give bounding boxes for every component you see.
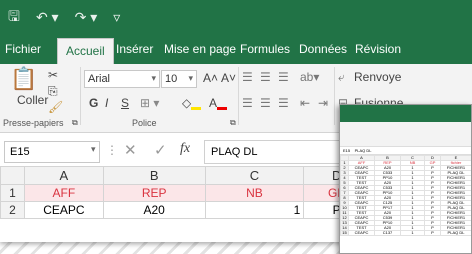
ribbon-tabs: Fichier Accueil Insérer Mise en page For… bbox=[0, 35, 472, 64]
cut-icon[interactable]: ✂ bbox=[48, 68, 58, 82]
thumbnail-formula-bar: E15 PLAQ DL bbox=[340, 147, 471, 155]
tab-donnees[interactable]: Données bbox=[299, 42, 347, 56]
cell-a1[interactable]: AFF bbox=[23, 184, 104, 202]
borders-icon[interactable]: ⊞ ▾ bbox=[140, 96, 159, 110]
align-middle-icon[interactable]: ☰ bbox=[260, 70, 271, 84]
clipboard-group-label: Presse-papiers bbox=[3, 118, 64, 128]
undo-icon[interactable]: ↶ ▾ bbox=[36, 9, 59, 26]
thumbnail-cell: CEAPC bbox=[348, 230, 375, 236]
increase-indent-icon[interactable]: ⇥ bbox=[318, 96, 328, 110]
tab-fichier[interactable]: Fichier bbox=[5, 42, 41, 56]
thumbnail-grid: ABCDE 1 AFF REP NB GP fichier 2 CEAPC A20 1 P FICHI… bbox=[340, 155, 471, 236]
thumbnail-name-box: E15 bbox=[343, 148, 351, 153]
row-header-2[interactable]: 2 bbox=[0, 201, 25, 219]
increase-font-icon[interactable]: A˄ bbox=[203, 71, 218, 85]
cell-a2[interactable]: CEAPC bbox=[23, 201, 104, 219]
cell-c1[interactable]: NB bbox=[204, 184, 305, 202]
font-group-label: Police bbox=[132, 118, 157, 128]
paste-icon[interactable]: 📋 bbox=[10, 66, 37, 92]
cell-b2[interactable]: A20 bbox=[102, 201, 206, 219]
cancel-icon[interactable]: ✕ bbox=[124, 141, 137, 159]
align-top-icon[interactable]: ☰ bbox=[242, 70, 253, 84]
bold-button[interactable]: G bbox=[89, 96, 98, 110]
column-header-a[interactable]: A bbox=[23, 166, 104, 185]
tab-accueil[interactable]: Accueil bbox=[57, 38, 114, 64]
enter-icon[interactable]: ✓ bbox=[154, 141, 167, 159]
wrap-text-icon[interactable]: ⤶ bbox=[338, 70, 345, 85]
thumbnail-formula: PLAQ DL bbox=[354, 148, 372, 153]
orientation-icon[interactable]: ab▾ bbox=[300, 70, 319, 84]
name-box[interactable]: E15 bbox=[4, 141, 100, 163]
align-center-icon[interactable]: ☰ bbox=[260, 96, 271, 110]
decrease-font-icon[interactable]: A˅ bbox=[221, 71, 236, 85]
redo-icon[interactable]: ↷ ▾ bbox=[75, 9, 98, 26]
thumbnail-cell: C137 bbox=[374, 230, 401, 236]
row-header-1[interactable]: 1 bbox=[0, 184, 25, 202]
align-right-icon[interactable]: ☰ bbox=[278, 96, 289, 110]
function-icon[interactable]: fx bbox=[180, 141, 190, 157]
column-header-c[interactable]: C bbox=[204, 166, 305, 185]
tab-revision[interactable]: Révision bbox=[355, 42, 401, 56]
name-box-dropdown-icon[interactable]: ▾ bbox=[91, 144, 96, 155]
clipboard-launcher-icon[interactable]: ⧉ bbox=[72, 118, 78, 128]
thumbnail-cell: PLAQ DL bbox=[440, 230, 471, 236]
cell-c2[interactable]: 1 bbox=[204, 201, 305, 219]
thumbnail-row-header: 15 bbox=[340, 230, 349, 236]
thumbnail-ribbon bbox=[340, 122, 471, 147]
wrap-text-button[interactable]: Renvoye bbox=[354, 70, 401, 84]
thumbnail-cell: P bbox=[424, 230, 441, 236]
spreadsheet-thumbnail: E15 PLAQ DL ABCDE 1 AFF REP NB GP fichier 2 CEA… bbox=[339, 104, 472, 254]
decrease-indent-icon[interactable]: ⇤ bbox=[300, 96, 310, 110]
align-bottom-icon[interactable]: ☰ bbox=[278, 70, 289, 84]
more-icon: ⋮ bbox=[106, 143, 118, 157]
tab-inserer[interactable]: Insérer bbox=[116, 42, 153, 56]
cell-b1[interactable]: REP bbox=[102, 184, 206, 202]
thumbnail-cell: 1 bbox=[400, 230, 425, 236]
italic-button[interactable]: I bbox=[105, 96, 108, 110]
format-painter-icon[interactable]: 🖌 bbox=[48, 100, 63, 114]
copy-icon[interactable]: ⎘ bbox=[48, 84, 58, 99]
save-icon[interactable]: 🖫 bbox=[8, 6, 20, 30]
fill-color-icon[interactable]: ◇ bbox=[182, 96, 202, 110]
column-header-b[interactable]: B bbox=[102, 166, 206, 185]
tab-mise-en-page[interactable]: Mise en page bbox=[164, 42, 236, 56]
underline-button[interactable]: S bbox=[121, 96, 129, 110]
select-all-corner[interactable] bbox=[0, 166, 25, 185]
align-left-icon[interactable]: ☰ bbox=[242, 96, 253, 110]
thumbnail-title-bar bbox=[340, 105, 471, 116]
font-size-select[interactable]: 10 bbox=[161, 70, 197, 88]
tab-formules[interactable]: Formules bbox=[240, 42, 290, 56]
thumbnail-row: 15 CEAPC C137 1 P PLAQ DL bbox=[340, 230, 471, 236]
font-color-icon[interactable]: A bbox=[209, 96, 228, 110]
customize-qat-icon[interactable]: ▿ bbox=[113, 9, 120, 26]
paste-button[interactable]: Coller bbox=[17, 93, 48, 107]
font-name-select[interactable]: Arial bbox=[84, 70, 160, 88]
font-launcher-icon[interactable]: ⧉ bbox=[230, 118, 236, 128]
title-bar: 🖫 ↶ ▾ ↷ ▾ ▿ bbox=[0, 0, 472, 35]
